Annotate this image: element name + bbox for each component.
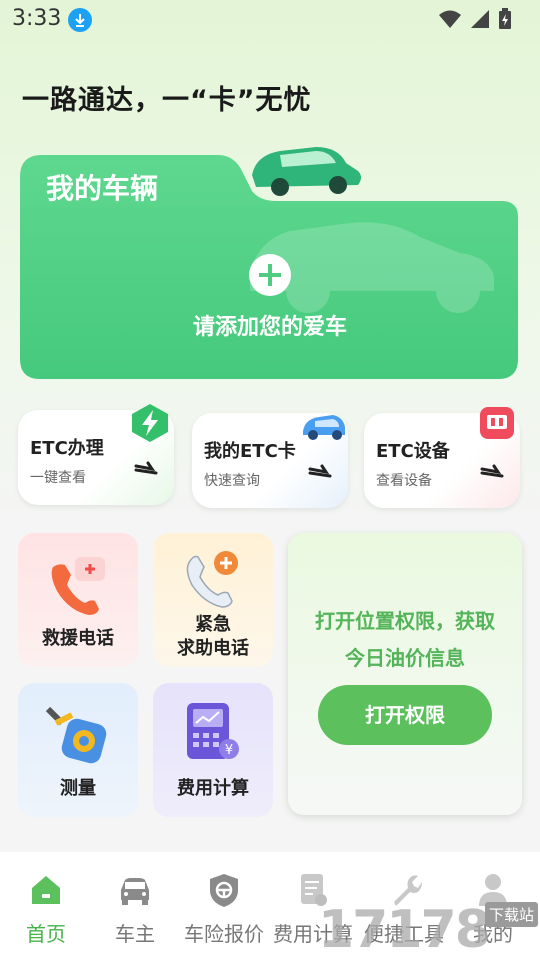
my-vehicle-card[interactable]: 我的车辆 请添加您的爱车 (20, 147, 520, 381)
tab-car-owner[interactable]: 车主 (89, 870, 181, 947)
tape-measure-icon (45, 706, 107, 764)
arrow-right-icon (480, 464, 504, 478)
calculator-icon: ¥ (187, 703, 239, 759)
cost-calc-tile[interactable]: ¥ 费用计算 (153, 683, 273, 817)
tab-insurance-quote[interactable]: 车险报价 (178, 870, 270, 947)
car-owner-icon (121, 878, 149, 905)
slogan: 一路通达，一“卡”无忧 (22, 85, 312, 116)
arrow-right-icon (134, 461, 158, 475)
phone-icon (51, 557, 105, 615)
download-icon (68, 8, 92, 32)
green-car-icon (252, 147, 361, 196)
status-time: 3:33 (12, 6, 62, 31)
measure-tile[interactable]: 测量 (18, 683, 138, 817)
location-prompt-line1: 打开位置权限，获取 (315, 609, 495, 633)
insurance-shield-icon (210, 874, 238, 907)
vehicle-title: 我的车辆 (46, 172, 159, 205)
tab-home[interactable]: 首页 (0, 870, 92, 947)
rescue-phone-tile[interactable]: 救援电话 (18, 533, 138, 667)
my-etc-card[interactable]: 我的ETC卡 快速查询 (192, 413, 348, 508)
add-vehicle-text[interactable]: 请添加您的爱车 (20, 309, 520, 341)
status-bar: 3:33 (0, 0, 540, 40)
lightning-icon (132, 404, 168, 442)
emergency-phone-icon (186, 551, 238, 608)
wifi-icon (439, 10, 461, 28)
arrow-right-icon (308, 464, 332, 478)
site-watermark: 17178 下载站 (318, 900, 540, 960)
location-permission-panel: 打开位置权限，获取 今日油价信息 打开权限 (288, 533, 522, 815)
location-prompt-line2: 今日油价信息 (345, 646, 465, 670)
etc-device-card[interactable]: ETC设备 查看设备 (364, 407, 520, 508)
battery-icon (499, 8, 511, 29)
car-icon (303, 415, 345, 440)
device-icon (480, 407, 514, 439)
svg-text:¥: ¥ (225, 743, 233, 758)
etc-apply-card[interactable]: ETC办理 一键查看 (18, 404, 174, 505)
home-icon (32, 876, 60, 904)
signal-icon (471, 10, 489, 28)
emergency-phone-tile[interactable]: 紧急 求助电话 (153, 533, 273, 667)
open-permission-button[interactable]: 打开权限 (318, 685, 492, 745)
add-vehicle-button[interactable] (249, 254, 291, 296)
